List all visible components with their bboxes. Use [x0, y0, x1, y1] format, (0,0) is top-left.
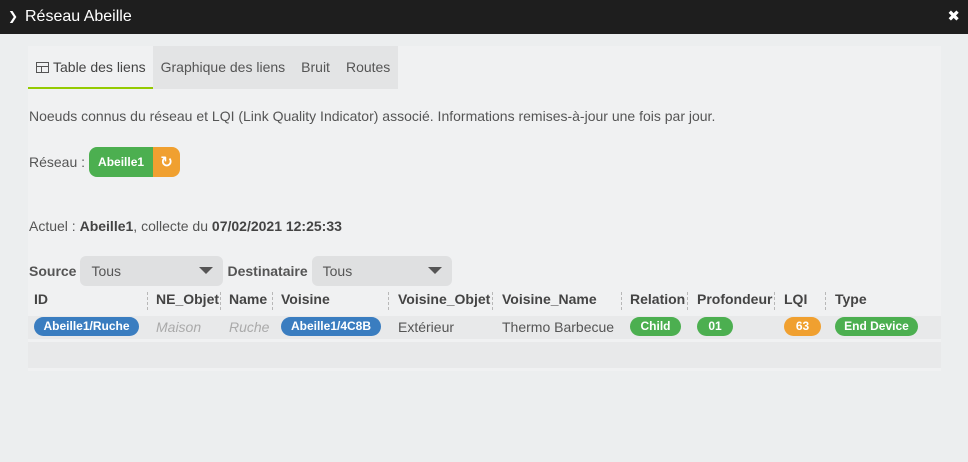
- window-titlebar: ❯ Réseau Abeille ✖: [0, 0, 968, 34]
- tab-label: Routes: [345, 59, 391, 75]
- current-prefix: Actuel :: [29, 218, 80, 234]
- chevron-down-icon: [427, 267, 442, 274]
- column-header-name[interactable]: Name: [229, 291, 267, 307]
- column-header-id[interactable]: ID: [34, 291, 48, 307]
- current-collection-info: Actuel : Abeille1, collecte du 07/02/202…: [29, 218, 342, 234]
- close-icon[interactable]: ✖: [947, 7, 960, 25]
- source-select[interactable]: Tous: [80, 256, 224, 286]
- network-button[interactable]: Abeille1: [89, 147, 154, 177]
- tab-bar: Table des liens Graphique des liens Brui…: [28, 46, 399, 89]
- column-divider: [621, 292, 622, 310]
- column-divider: [687, 292, 688, 310]
- column-divider: [492, 292, 493, 310]
- table-footer: [28, 342, 941, 368]
- tab-graphique-des-liens[interactable]: Graphique des liens: [152, 46, 294, 89]
- type-badge: End Device: [835, 317, 918, 336]
- destination-select[interactable]: Tous: [311, 256, 452, 286]
- column-header-voisine[interactable]: Voisine: [281, 291, 330, 307]
- table-header: ID NE_Objet Name Voisine Voisine_Objet V…: [28, 288, 941, 312]
- filter-bar: Source Tous Destinataire Tous: [29, 256, 456, 286]
- column-divider: [220, 292, 221, 310]
- source-label: Source: [29, 263, 77, 279]
- tab-table-des-liens[interactable]: Table des liens: [28, 46, 153, 89]
- column-divider: [147, 292, 148, 310]
- profondeur-badge: 01: [697, 317, 733, 336]
- tab-bruit[interactable]: Bruit: [293, 46, 338, 89]
- tab-label: Bruit: [301, 59, 330, 75]
- table-icon: [36, 62, 49, 73]
- column-header-voisine-objet[interactable]: Voisine_Objet: [398, 291, 490, 307]
- column-header-profondeur[interactable]: Profondeur: [697, 291, 772, 307]
- current-middle: , collecte du: [133, 218, 212, 234]
- destination-label: Destinataire: [227, 263, 308, 279]
- tab-label: Graphique des liens: [160, 59, 286, 75]
- chevron-right-icon[interactable]: ❯: [8, 9, 18, 25]
- network-selector: Réseau : Abeille1 ↻: [29, 147, 181, 177]
- main-panel: Table des liens Graphique des liens Brui…: [28, 46, 941, 371]
- column-header-ne-objet[interactable]: NE_Objet: [156, 291, 219, 307]
- refresh-icon[interactable]: ↻: [153, 147, 181, 177]
- lqi-badge: 63: [784, 317, 821, 336]
- column-divider: [825, 292, 826, 310]
- column-header-relation[interactable]: Relation: [630, 291, 685, 307]
- network-label: Réseau :: [29, 154, 86, 170]
- window-title: Réseau Abeille: [25, 8, 132, 25]
- column-divider: [388, 292, 389, 310]
- id-badge[interactable]: Abeille1/Ruche: [34, 317, 139, 336]
- current-network-name: Abeille1: [79, 218, 134, 234]
- ne-objet-cell: Maison: [156, 319, 202, 335]
- relation-badge: Child: [630, 317, 681, 336]
- column-header-lqi[interactable]: LQI: [784, 291, 807, 307]
- column-header-voisine-name[interactable]: Voisine_Name: [502, 291, 597, 307]
- voisine-objet-cell: Extérieur: [398, 319, 455, 335]
- column-header-type[interactable]: Type: [835, 291, 867, 307]
- chevron-down-icon: [199, 267, 214, 274]
- tab-label: Table des liens: [53, 59, 146, 75]
- column-divider: [774, 292, 775, 310]
- destination-select-value: Tous: [322, 263, 353, 279]
- voisine-badge[interactable]: Abeille1/4C8B: [281, 317, 381, 336]
- name-cell: Ruche: [229, 319, 270, 335]
- current-date: 07/02/2021 12:25:33: [211, 218, 342, 234]
- source-select-value: Tous: [91, 263, 122, 279]
- tab-routes[interactable]: Routes: [337, 46, 399, 89]
- column-divider: [272, 292, 273, 310]
- voisine-name-cell: Thermo Barbecue: [502, 319, 615, 335]
- page-description: Noeuds connus du réseau et LQI (Link Qua…: [29, 108, 716, 124]
- table-row[interactable]: Abeille1/Ruche Maison Ruche Abeille1/4C8…: [28, 316, 941, 339]
